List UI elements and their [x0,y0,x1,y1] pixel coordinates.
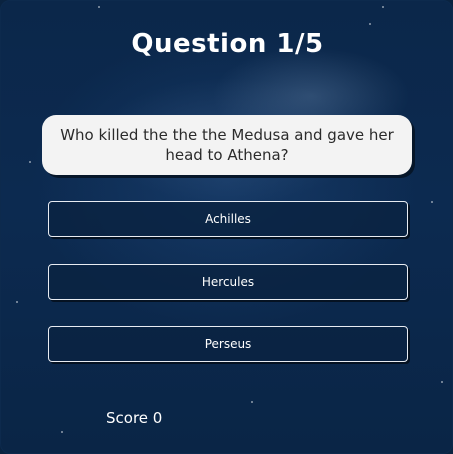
answer-button-achilles[interactable]: Achilles [48,201,408,237]
score-display: Score 0 [106,409,163,427]
question-text-box: Who killed the the the Medusa and gave h… [42,115,412,175]
answer-button-hercules[interactable]: Hercules [48,264,408,300]
quiz-card: Question 1/5 Who killed the the the Medu… [0,0,453,454]
question-text: Who killed the the the Medusa and gave h… [60,126,394,164]
question-counter-title: Question 1/5 [131,29,324,59]
answer-button-perseus[interactable]: Perseus [48,326,408,362]
